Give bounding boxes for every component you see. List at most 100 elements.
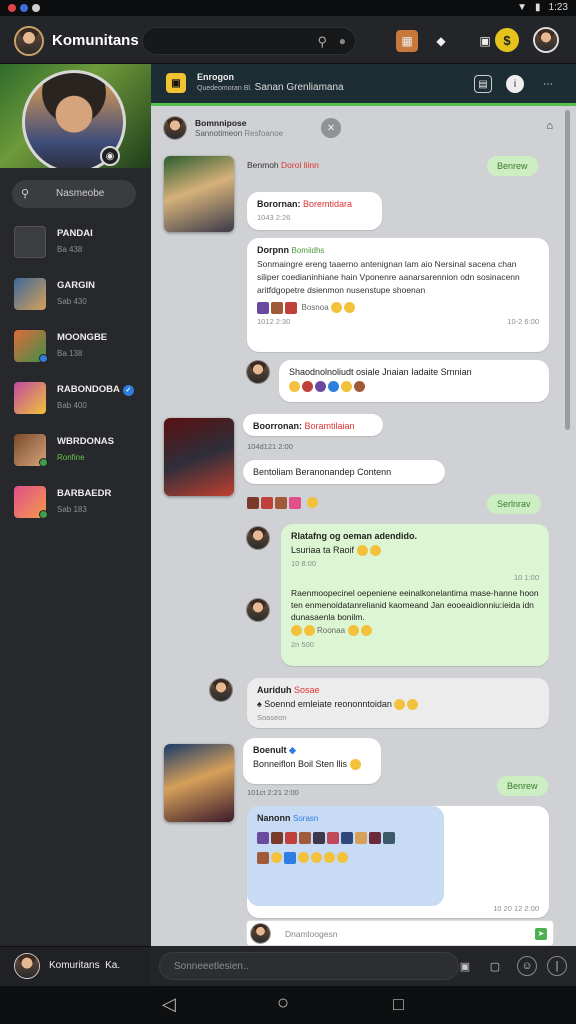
composer-placeholder: Dnamloogesn [285,929,338,939]
status-bar: ▼ ▮ 1:23 [0,0,576,16]
message-bubble[interactable]: Boenult ◆ Bonneiflon Boil Sten llis [243,738,381,784]
channel-thumb [14,278,46,310]
sidebar-item-label: GARGIN [57,280,95,291]
emoji-icon[interactable]: ☺ [517,956,537,976]
sidebar-item-label: BARBAEDR [57,488,112,499]
record-icon [8,4,16,12]
message-bubble[interactable]: Boorronan: Boramtilaian [243,414,383,436]
edit-badge-icon[interactable]: ◉ [100,146,120,166]
sender-avatar[interactable] [209,678,233,702]
toolbar-icons: ▦ ◆ ▣ [396,30,496,52]
pinned-message[interactable]: Bomnnipose Sannotimeon Resfoanoe ✕ ⌂ [163,114,553,142]
character-card[interactable] [164,418,234,496]
character-card[interactable] [164,744,234,822]
reply-chip[interactable]: Benrew [497,776,548,796]
settings-icon [32,4,40,12]
attach-icon[interactable]: ▣ [455,956,475,976]
window-icon[interactable]: ▤ [474,75,492,93]
sidebar-search-label: Nasmeobe [56,188,105,199]
pin-icon: ♠ [257,699,262,709]
sidebar-item-wbrdonas[interactable]: WBRDONAS Ronfine [0,428,151,478]
sidebar-item-label: PANDAI [57,228,93,239]
channel-thumb [14,226,46,258]
search-icon: ⚲ [317,34,327,49]
message-bubble[interactable]: Bentoliam Beranonandep Contenn [243,460,445,484]
app-logo-avatar[interactable] [14,26,44,56]
sidebar-search[interactable]: ⚲ Nasmeobe [12,180,136,208]
footer-label: Komuritans Ka. [49,960,121,971]
sender-avatar[interactable] [246,360,270,384]
message-bubble[interactable]: Auriduh Sosae ♠ Soennd emleiate reononnt… [247,678,549,728]
search-icon: ⚲ [21,188,30,200]
close-icon[interactable]: ✕ [321,118,341,138]
coin-button[interactable]: $ [495,28,519,52]
back-icon[interactable]: ◁ [162,994,176,1015]
app-title: Komunitans [52,32,139,49]
send-icon[interactable]: ➤ [535,928,547,940]
channel-thumb [14,382,46,414]
gamepad-icon[interactable]: ◆ [430,30,452,52]
search-input[interactable]: ⚲ ● [142,27,356,55]
character-card[interactable] [164,156,234,232]
sidebar-item-label: MOONGBE [57,332,108,343]
sidebar-item-barbaedr[interactable]: BARBAEDR Sab 183 [0,480,151,530]
message-input[interactable]: Sonneeetlesien.. [159,952,459,980]
top-bar: Komunitans ⚲ ● ▦ ◆ ▣ $ [0,16,576,64]
message-label: Benmoh Dorol liinn [247,160,319,170]
profile-avatar[interactable] [533,27,559,53]
chat-title: Enrogon [197,72,234,82]
system-nav-bar: ◁ ○ □ [0,986,576,1024]
sidebar-item-sub: Bab 400 [57,401,87,410]
reply-chip[interactable]: Benrew [487,156,538,176]
info-icon[interactable]: i [506,75,524,93]
mic-icon[interactable]: | [547,956,567,976]
message-time: 104d121 2:00 [247,442,293,451]
chat-scrollbar[interactable] [565,110,570,430]
chat-subtitle: Quedeomoran Bl. Sanan Grenliamana [197,82,344,93]
sidebar-item-label: WBRDONAS [57,436,114,447]
online-indicator [39,458,48,467]
more-icon[interactable]: ⋯ [539,75,557,93]
sidebar-item-gargin[interactable]: GARGIN Sab 430 [0,272,151,322]
sidebar-footer[interactable]: Komuritans Ka. [0,946,151,986]
message-bubble[interactable]: Dorpnn Bomiidhs Sonmaingre ereng taaerno… [247,238,549,352]
sticker-row [247,494,320,512]
message-time: 101ct 2:21 2:00 [247,788,299,797]
sidebar-item-moongbe[interactable]: MOONGBE Ba 138 [0,324,151,374]
footer-avatar [14,953,40,979]
mic-icon[interactable]: ● [339,34,346,48]
message-input-bar: Sonneeetlesien.. ▣ ▢ ☺ | [151,946,576,986]
battery-icon: ▮ [535,2,541,13]
recent-apps-icon[interactable]: □ [393,994,404,1015]
sender-avatar[interactable] [246,526,270,550]
reply-chip[interactable]: Serlnrav [487,494,541,514]
profile-hero: ◉ [0,64,151,168]
message-bubble[interactable]: Shaodnolnoliudt osiale Jnaian Iadaite Sr… [279,360,549,402]
sidebar-item-sub: Sab 183 [57,505,87,514]
sidebar: ◉ ⚲ Nasmeobe PANDAI Ba 438 GARGIN Sab 43… [0,64,151,946]
window-icon[interactable]: ▣ [474,30,496,52]
home-icon[interactable]: ○ [277,992,289,1015]
group-icon[interactable]: ▣ [166,73,186,93]
reply-icon[interactable]: ⌂ [546,120,553,132]
message-bubble[interactable]: Rlatafng og oeman adendido. Lsuriaa ta R… [281,524,549,666]
reply-composer[interactable]: Dnamloogesn ➤ [246,920,554,946]
image-icon[interactable]: ▢ [485,956,505,976]
online-indicator [39,510,48,519]
sidebar-item-sub: Sab 430 [57,297,87,306]
sidebar-item-sub: Ronfine [57,453,85,462]
chat-header: ▣ Enrogon Quedeomoran Bl. Sanan Grenliam… [151,64,576,106]
message-bubble[interactable]: Nanonn Sorasn 10 20 12 2:00 [247,806,549,918]
pinned-name: Bomnnipose [195,118,247,128]
chat-area: Bomnnipose Sannotimeon Resfoanoe ✕ ⌂ Ben… [151,106,576,946]
sidebar-item-sub: Ba 138 [57,349,83,358]
message-bubble[interactable]: Borornan: Boremtidara 1043 2:26 [247,192,382,230]
pinned-sub: Sannotimeon Resfoanoe [195,129,284,138]
app-icon [20,4,28,12]
sidebar-item-pandai[interactable]: PANDAI Ba 438 [0,220,151,270]
sidebar-item-label: RABONDOBA ✓ [57,384,134,396]
sidebar-item-rabondoba[interactable]: RABONDOBA ✓ Bab 400 [0,376,151,426]
status-time: 1:23 [548,2,568,13]
sender-avatar[interactable] [246,598,270,622]
book-icon[interactable]: ▦ [396,30,418,52]
